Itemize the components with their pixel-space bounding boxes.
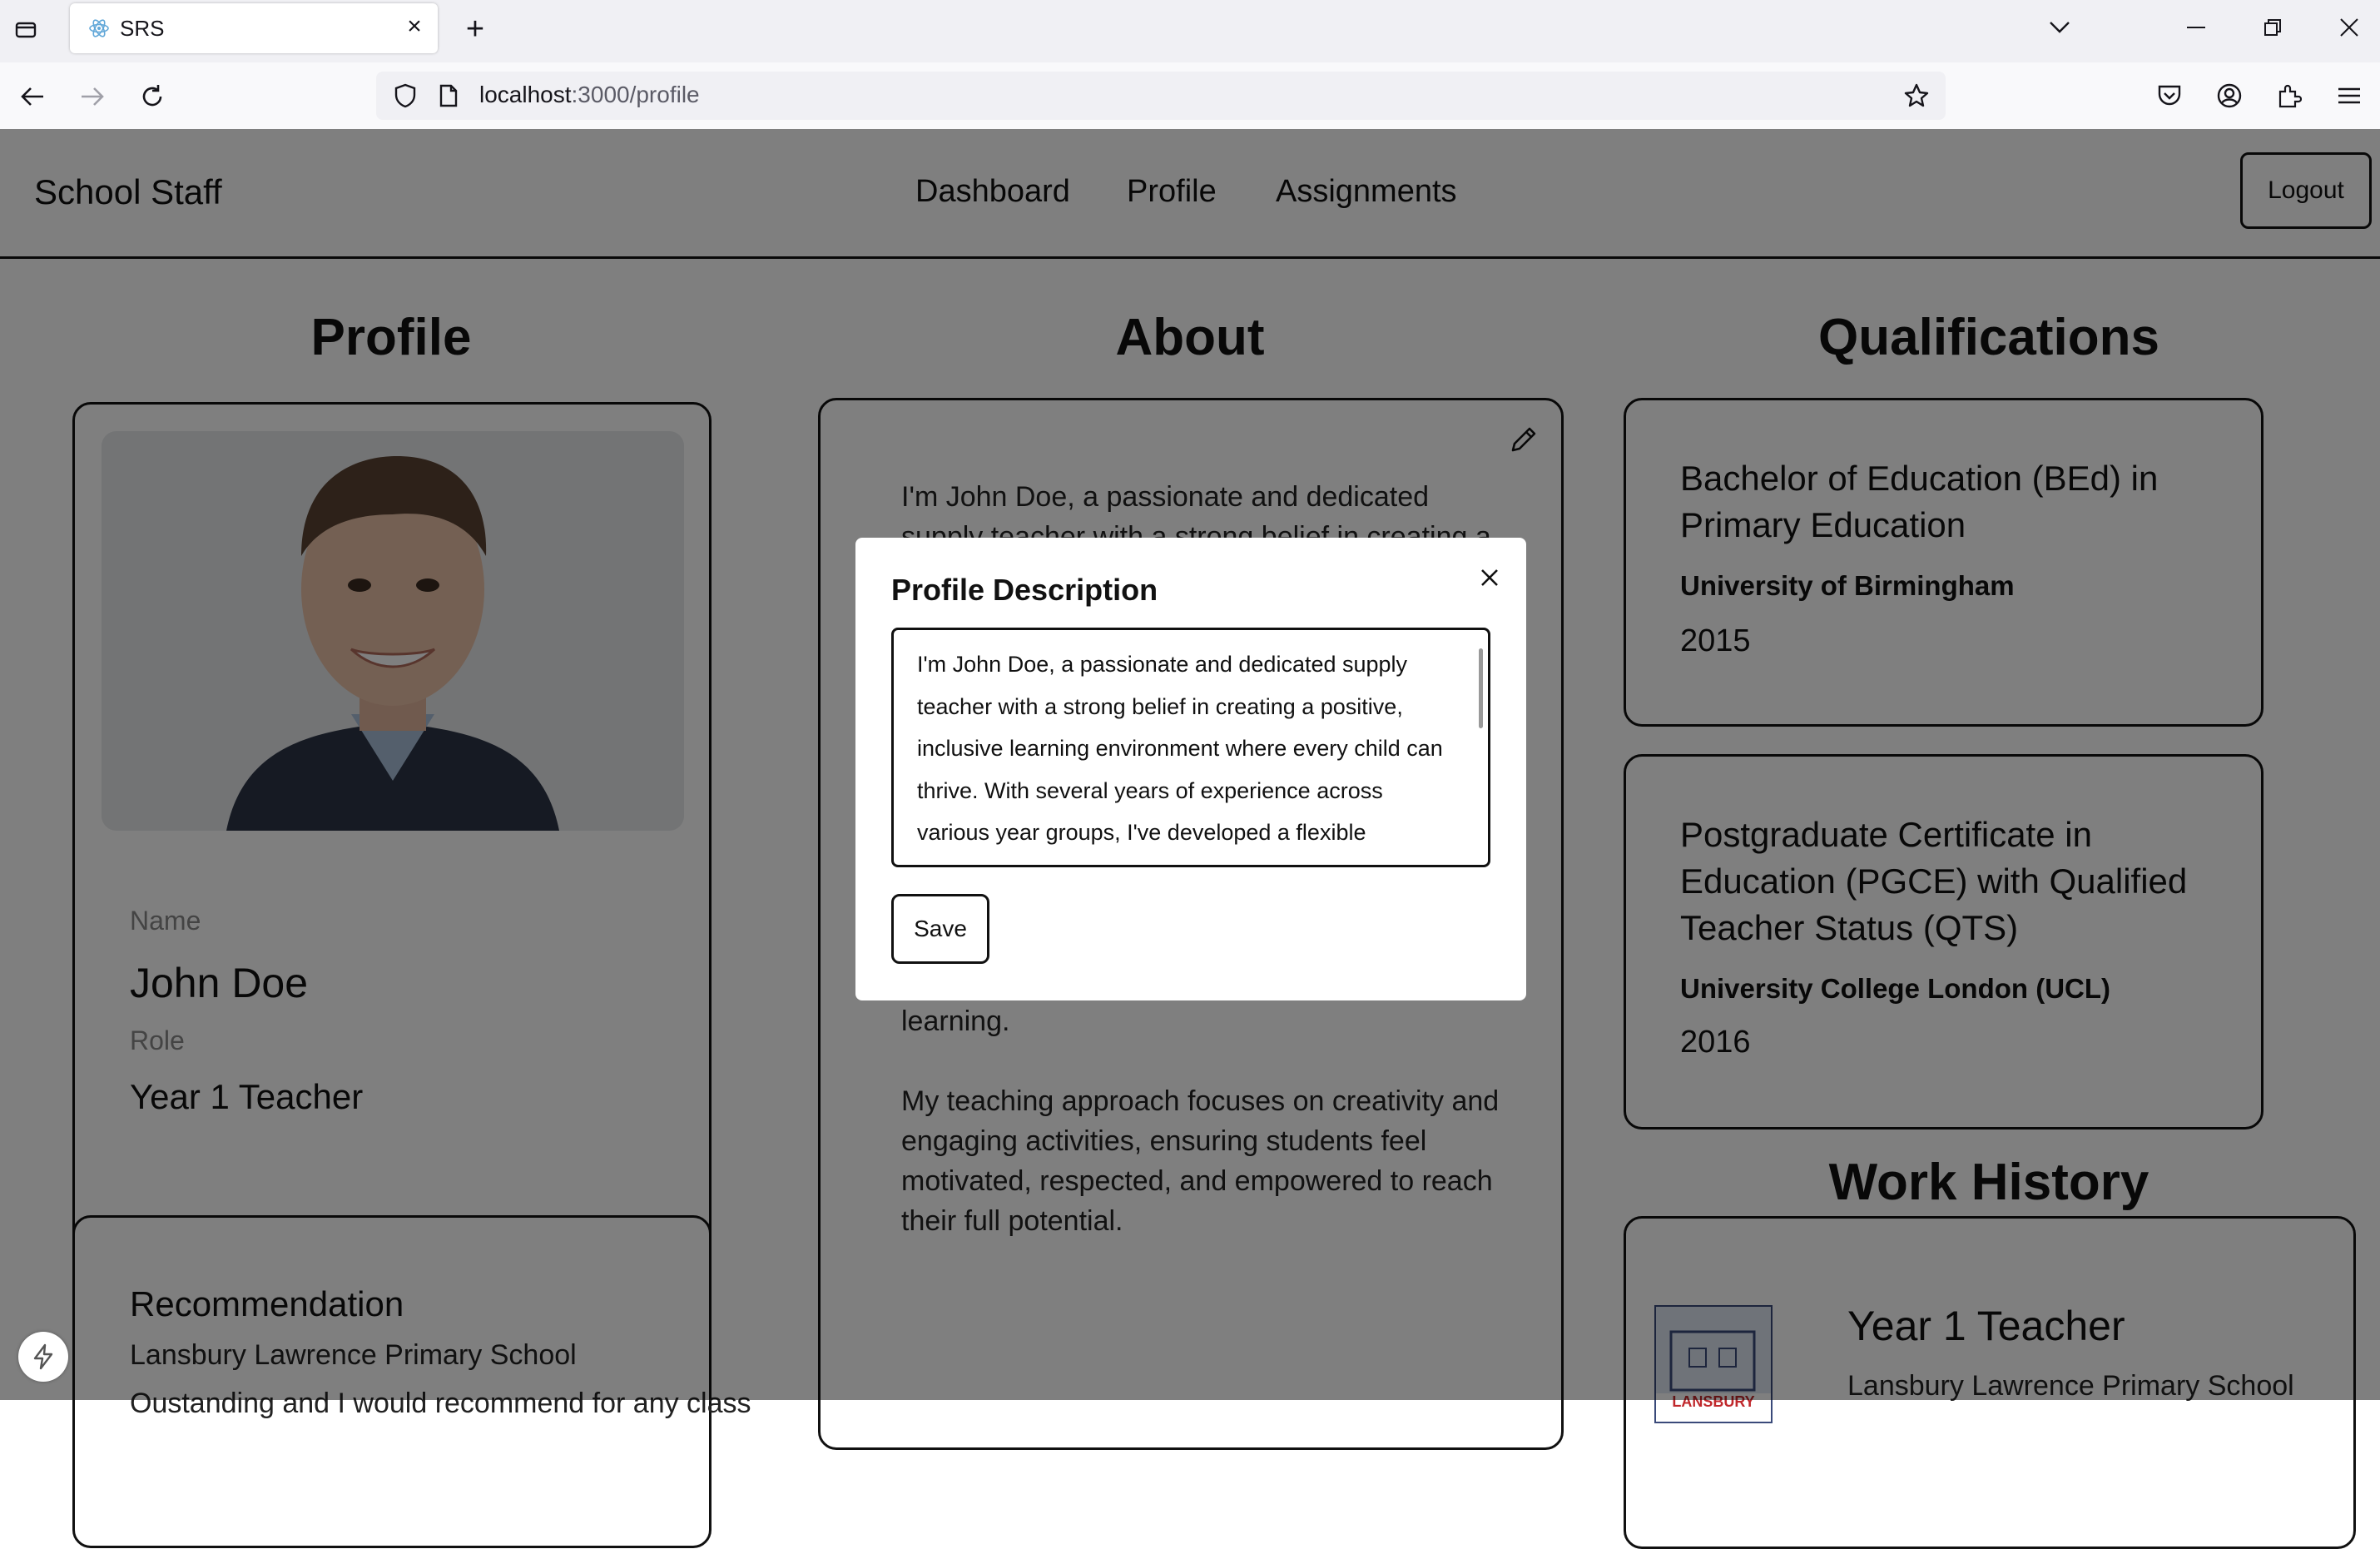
description-textarea[interactable]: I'm John Doe, a passionate and dedicated… xyxy=(891,628,1490,867)
browser-tab[interactable]: SRS × xyxy=(70,3,438,53)
modal-title: Profile Description xyxy=(891,573,1158,607)
close-icon[interactable] xyxy=(1471,559,1508,596)
chevron-down-icon[interactable] xyxy=(2040,8,2079,47)
tab-bar: SRS × + xyxy=(0,0,2380,62)
url-text[interactable]: localhost:3000/profile xyxy=(479,82,700,108)
extensions-icon[interactable] xyxy=(2270,77,2308,115)
profile-description-modal: Profile Description I'm John Doe, a pass… xyxy=(855,538,1526,1000)
minimize-icon[interactable] xyxy=(2177,8,2215,47)
description-text: I'm John Doe, a passionate and dedicated… xyxy=(917,652,1443,865)
reload-icon[interactable] xyxy=(133,77,171,116)
tab-list-icon[interactable] xyxy=(7,10,45,48)
textarea-scrollbar[interactable] xyxy=(1479,648,1483,728)
pocket-icon[interactable] xyxy=(2150,77,2189,115)
save-button[interactable]: Save xyxy=(891,894,989,964)
account-icon[interactable] xyxy=(2210,77,2249,115)
new-tab-icon[interactable]: + xyxy=(456,10,494,48)
menu-icon[interactable] xyxy=(2330,77,2368,115)
bookmark-star-icon[interactable] xyxy=(1899,78,1934,113)
page-icon[interactable] xyxy=(431,78,466,113)
restore-icon[interactable] xyxy=(2254,8,2292,47)
url-path: :3000/profile xyxy=(571,82,700,107)
close-tab-icon[interactable]: × xyxy=(398,10,431,43)
shield-icon[interactable] xyxy=(388,78,423,113)
close-window-icon[interactable] xyxy=(2330,8,2368,47)
forward-icon[interactable] xyxy=(73,77,112,116)
browser-chrome: SRS × + localhost:3000/profile xyxy=(0,0,2380,130)
tab-title: SRS xyxy=(120,16,165,41)
react-favicon-icon xyxy=(89,19,109,37)
lightning-icon[interactable] xyxy=(18,1332,68,1382)
url-host: localhost xyxy=(479,82,572,107)
back-icon[interactable] xyxy=(13,77,52,116)
